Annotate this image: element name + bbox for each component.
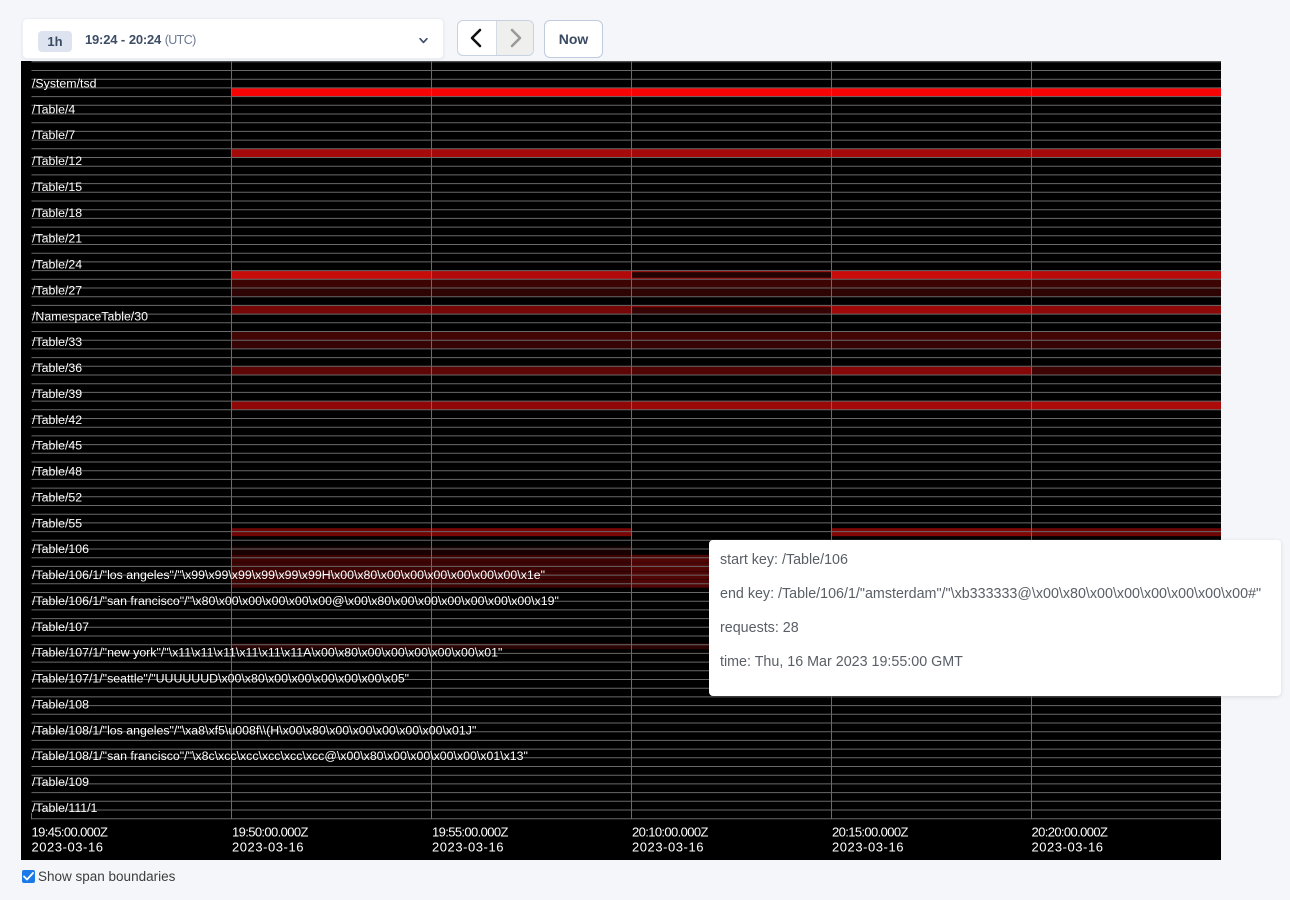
svg-text:/Table/106/1/"san francisco"/": /Table/106/1/"san francisco"/"\x80\x00\x… [32, 594, 559, 608]
svg-text:20:10:00.000Z: 20:10:00.000Z [632, 825, 708, 840]
svg-text:19:50:00.000Z: 19:50:00.000Z [232, 825, 308, 840]
svg-text:/Table/109: /Table/109 [32, 775, 89, 789]
svg-text:19:45:00.000Z: 19:45:00.000Z [32, 825, 108, 840]
svg-text:2023-03-16: 2023-03-16 [1032, 840, 1104, 855]
svg-text:/Table/107/1/"seattle"/"UUUUUU: /Table/107/1/"seattle"/"UUUUUUD\x00\x80\… [32, 672, 409, 686]
svg-text:/Table/39: /Table/39 [32, 387, 82, 401]
svg-text:2023-03-16: 2023-03-16 [232, 840, 304, 855]
svg-text:/Table/15: /Table/15 [32, 180, 82, 194]
svg-text:/Table/33: /Table/33 [32, 335, 82, 349]
svg-text:/Table/7: /Table/7 [32, 128, 75, 142]
svg-text:/NamespaceTable/30: /NamespaceTable/30 [32, 309, 148, 323]
svg-text:2023-03-16: 2023-03-16 [832, 840, 904, 855]
svg-text:/Table/21: /Table/21 [32, 232, 82, 246]
svg-text:/Table/111/1: /Table/111/1 [32, 801, 98, 815]
svg-text:/Table/4: /Table/4 [32, 102, 75, 116]
svg-text:/Table/27: /Table/27 [32, 283, 82, 297]
svg-text:/Table/108: /Table/108 [32, 697, 89, 711]
svg-text:/Table/108/1/"san francisco"/": /Table/108/1/"san francisco"/"\x8c\xcc\x… [32, 749, 528, 763]
svg-text:/Table/12: /Table/12 [32, 154, 82, 168]
svg-text:/Table/108/1/"los angeles"/"\x: /Table/108/1/"los angeles"/"\xa8\xf5\u00… [32, 723, 476, 737]
svg-text:20:20:00.000Z: 20:20:00.000Z [1032, 825, 1108, 840]
svg-text:/Table/52: /Table/52 [32, 490, 82, 504]
svg-text:2023-03-16: 2023-03-16 [32, 840, 104, 855]
svg-text:2023-03-16: 2023-03-16 [432, 840, 504, 855]
svg-text:19:55:00.000Z: 19:55:00.000Z [432, 825, 508, 840]
svg-text:2023-03-16: 2023-03-16 [632, 840, 704, 855]
svg-text:/Table/48: /Table/48 [32, 465, 82, 479]
svg-text:/Table/106: /Table/106 [32, 542, 89, 556]
svg-text:/Table/24: /Table/24 [32, 258, 82, 272]
svg-text:20:15:00.000Z: 20:15:00.000Z [832, 825, 908, 840]
svg-text:/Table/107: /Table/107 [32, 620, 89, 634]
svg-text:/Table/55: /Table/55 [32, 516, 82, 530]
svg-text:/Table/45: /Table/45 [32, 439, 82, 453]
svg-text:/Table/36: /Table/36 [32, 361, 82, 375]
svg-text:/Table/106/1/"los angeles"/"\x: /Table/106/1/"los angeles"/"\x99\x99\x99… [32, 568, 545, 582]
svg-text:/Table/18: /Table/18 [32, 206, 82, 220]
svg-text:/Table/107/1/"new york"/"\x11\: /Table/107/1/"new york"/"\x11\x11\x11\x1… [32, 646, 502, 660]
svg-text:/Table/42: /Table/42 [32, 413, 82, 427]
svg-text:/System/tsd: /System/tsd [32, 76, 97, 90]
